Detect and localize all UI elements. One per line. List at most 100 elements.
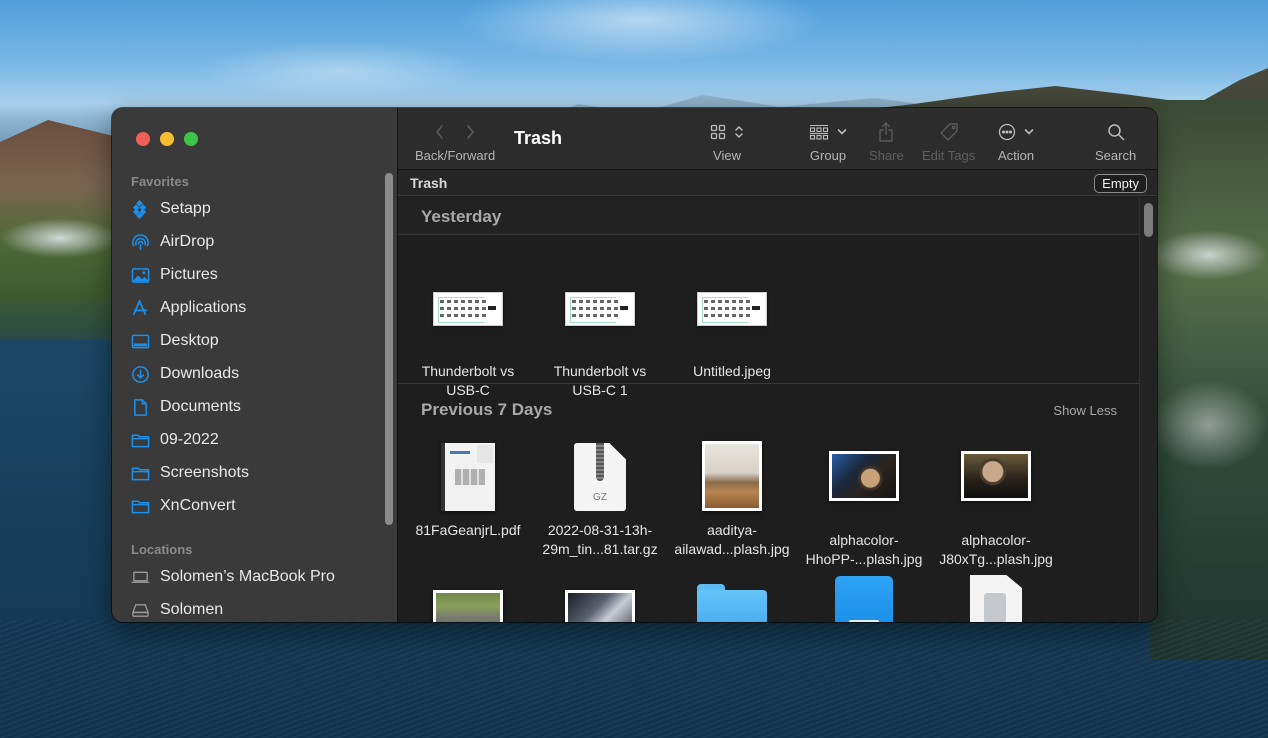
sidebar-item-label: Applications [160,299,247,316]
sidebar-item-solomen-drive[interactable]: Solomen [131,597,381,622]
file-item[interactable] [799,576,929,622]
photo-thumbnail [961,451,1031,501]
ellipsis-circle-icon [998,123,1016,141]
empty-trash-button[interactable]: Empty [1094,174,1147,193]
sidebar-item-label: Screenshots [160,464,249,481]
back-button[interactable] [434,124,446,140]
sidebar-item-airdrop[interactable]: AirDrop [131,229,381,255]
search-button[interactable]: Search [1095,121,1136,163]
sidebar-item-macbook-pro[interactable]: Solomen’s MacBook Pro [131,564,381,590]
content-scrollbar[interactable] [1139,197,1157,622]
sidebar-section-locations: Locations [131,542,193,557]
scrollbar-thumb[interactable] [1144,203,1153,237]
document-icon [970,575,1022,622]
edit-tags-button[interactable]: Edit Tags [922,121,975,163]
minimize-button[interactable] [160,132,174,146]
folder-icon [131,431,150,450]
sidebar-item-applications[interactable]: Applications [131,295,381,321]
downloads-icon [131,365,150,384]
sidebar-item-09-2022[interactable]: 09-2022 [131,427,381,453]
sidebar-item-label: Solomen [160,601,224,618]
sidebar-item-xnconvert[interactable]: XnConvert [131,493,381,519]
group-title: Previous 7 Days [421,400,553,419]
window-title: Trash [514,128,563,148]
file-name: Untitled.jpeg [693,363,771,379]
toolbar: Back/Forward Trash View Group Share Edit… [398,108,1157,170]
chevron-updown-icon [735,125,743,139]
folder-icon [697,584,767,622]
chevron-down-icon [837,129,847,135]
file-item[interactable]: Thunderbolt vs USB-C [403,252,533,400]
file-item[interactable] [403,590,533,622]
group-header-yesterday: Yesterday [398,197,1139,235]
sidebar-item-label: 09-2022 [160,431,219,448]
sidebar-section-favorites: Favorites [131,174,189,189]
wallpaper-cloud [1150,230,1268,280]
desktop-icon [131,332,150,351]
forward-button[interactable] [464,124,476,140]
search-label: Search [1095,148,1137,163]
folder-icon [131,497,150,516]
file-item[interactable] [931,575,1061,622]
file-name: 81FaGeanjrL.pdf [415,522,521,538]
photo-thumbnail [565,590,635,622]
finder-window: Favorites Setapp AirDrop Pictures Applic… [112,108,1157,622]
file-item[interactable]: alphacolor- J80xTg...plash.jpg [931,437,1061,569]
file-name: alphacolor- J80xTg...plash.jpg [939,532,1053,567]
setapp-icon [131,199,150,219]
file-item[interactable] [667,584,797,622]
image-thumbnail [697,292,767,326]
sidebar-item-label: Solomen’s MacBook Pro [160,568,335,585]
sidebar-item-label: Documents [160,398,241,415]
file-item[interactable]: Thunderbolt vs USB-C 1 [535,252,665,400]
close-button[interactable] [136,132,150,146]
image-thumbnail [433,292,503,326]
chevron-left-icon [436,125,443,139]
file-item[interactable]: Untitled.jpeg [667,252,797,381]
wallpaper-sea [0,620,1268,738]
sidebar-item-pictures[interactable]: Pictures [131,262,381,288]
zoom-button[interactable] [184,132,198,146]
file-item[interactable]: GZ 2022-08-31-13h- 29m_tin...81.tar.gz [535,437,665,559]
pictures-icon [131,266,150,285]
path-bar: Trash Empty [398,170,1157,196]
file-name: alphacolor- HhoPP-...plash.jpg [805,532,923,567]
show-less-button[interactable]: Show Less [1053,403,1117,418]
wallpaper-cloud [0,218,120,258]
view-label: View [713,148,741,163]
file-item[interactable]: aaditya-ailawad...plash.jpg [667,437,797,559]
airdrop-icon [131,233,150,252]
group-button[interactable]: Group [809,121,847,163]
photo-thumbnail [829,451,899,501]
photo-thumbnail [702,441,762,511]
file-item[interactable] [535,590,665,622]
pdf-thumbnail [441,443,495,511]
chevron-down-icon [1024,129,1034,135]
laptop-icon [131,568,150,587]
sidebar-item-setapp[interactable]: Setapp [131,196,381,222]
sidebar-item-label: Desktop [160,332,219,349]
sidebar-item-label: Downloads [160,365,240,382]
sidebar-item-screenshots[interactable]: Screenshots [131,460,381,486]
file-item[interactable]: alphacolor- HhoPP-...plash.jpg [799,437,929,569]
folder-icon [131,464,150,483]
chevron-right-icon [467,125,475,139]
file-name: 2022-08-31-13h- 29m_tin...81.tar.gz [542,522,658,557]
group-title: Yesterday [421,207,502,226]
search-icon [1107,124,1124,141]
sidebar-item-downloads[interactable]: Downloads [131,361,381,387]
sidebar-item-desktop[interactable]: Desktop [131,328,381,354]
share-label: Share [869,148,904,163]
view-button[interactable]: View [710,121,744,163]
sidebar-scrollbar[interactable] [385,173,393,525]
sidebar-item-documents[interactable]: Documents [131,394,381,420]
sidebar-item-label: AirDrop [160,233,215,250]
share-button[interactable]: Share [869,121,904,163]
sidebar-item-label: XnConvert [160,497,236,514]
sidebar-item-label: Setapp [160,200,211,217]
drive-icon [131,601,150,620]
tag-icon [939,123,958,141]
action-button[interactable]: Action [998,121,1034,163]
edit-tags-label: Edit Tags [922,148,976,163]
file-item[interactable]: 81FaGeanjrL.pdf [403,437,533,540]
